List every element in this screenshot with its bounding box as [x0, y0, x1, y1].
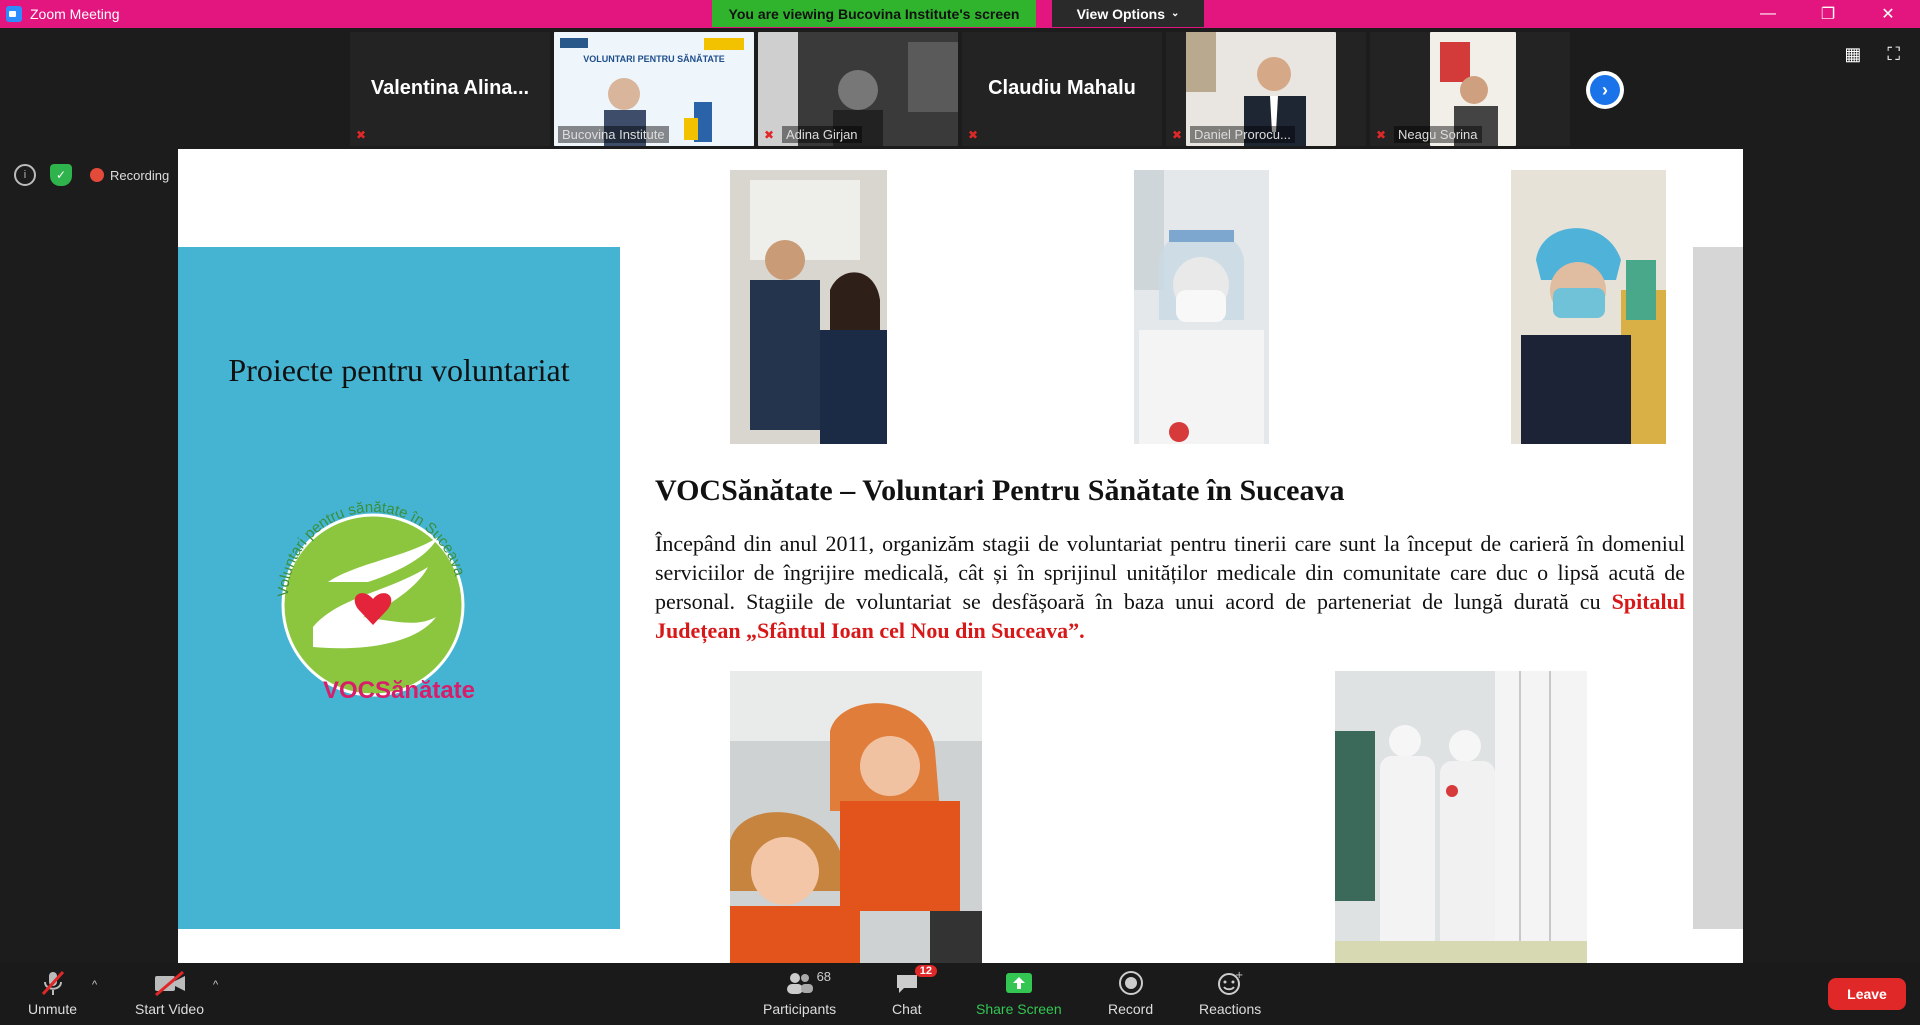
meeting-toolbar: Unmute ^ Start Video ^ 68 Participants 1…	[0, 963, 1920, 1025]
participant-strip: Valentina Alina... ✖ VOLUNTARI PENTRU SĂ…	[350, 32, 1570, 146]
zoom-icon	[6, 6, 22, 22]
viewing-screen-banner: You are viewing Bucovina Institute's scr…	[712, 0, 1036, 27]
participant-tile[interactable]: Valentina Alina... ✖	[350, 32, 550, 146]
project-panel: Proiecte pentru voluntariat Voluntari pe…	[178, 247, 620, 929]
reactions-button[interactable]: + Reactions	[1199, 969, 1261, 1017]
chat-badge: 12	[914, 965, 938, 977]
unmute-button[interactable]: Unmute	[28, 969, 77, 1017]
thumbnail-slide-title: VOLUNTARI PENTRU SĂNĂTATE	[583, 54, 725, 64]
gallery-view-icon[interactable]: ▦	[1844, 44, 1861, 65]
audio-options-caret[interactable]: ^	[92, 979, 97, 991]
participant-tile[interactable]: ✖ Daniel Prorocu...	[1166, 32, 1366, 146]
view-options-label: View Options	[1076, 5, 1166, 22]
chat-button[interactable]: 12 Chat	[892, 965, 938, 1017]
participants-label: Participants	[763, 1001, 837, 1017]
participant-name: Claudiu Mahalu	[988, 77, 1136, 99]
participant-tile[interactable]: ✖ Neagu Sorina	[1370, 32, 1570, 146]
photo-volunteers-1	[730, 170, 887, 444]
muted-mic-icon: ✖	[764, 128, 775, 142]
panel-title: Proiecte pentru voluntariat	[228, 352, 570, 388]
record-icon	[1117, 969, 1145, 997]
slide-heading: VOCSănătate – Voluntari Pentru Sănătate …	[655, 474, 1345, 507]
video-options-caret[interactable]: ^	[213, 979, 218, 991]
muted-mic-icon: ✖	[1172, 128, 1183, 142]
svg-text:+: +	[1235, 970, 1243, 981]
participant-name: Valentina Alina...	[370, 77, 530, 99]
slide-decoration	[1693, 247, 1743, 929]
banner-text: You are viewing Bucovina Institute's scr…	[728, 5, 1020, 22]
record-label: Record	[1108, 1001, 1154, 1017]
participant-tile[interactable]: Claudiu Mahalu ✖	[962, 32, 1162, 146]
reactions-icon: +	[1216, 969, 1244, 997]
next-page-button[interactable]: ›	[1586, 71, 1624, 109]
view-options-button[interactable]: View Options ⌄	[1052, 0, 1204, 27]
muted-mic-icon: ✖	[968, 128, 979, 142]
share-screen-label: Share Screen	[976, 1001, 1062, 1017]
photo-volunteers-3	[1511, 170, 1666, 444]
fullscreen-icon[interactable]: ⛶	[1887, 44, 1900, 65]
muted-mic-icon: ✖	[1376, 128, 1387, 142]
start-video-label: Start Video	[135, 1001, 205, 1017]
window-title: Zoom Meeting	[30, 6, 120, 22]
unmute-label: Unmute	[28, 1001, 78, 1017]
chevron-right-icon: ›	[1590, 75, 1620, 105]
photo-volunteers-2	[1134, 170, 1269, 444]
share-screen-icon	[1004, 969, 1034, 997]
photo-volunteers-4	[730, 671, 982, 963]
participant-label: Adina Girjan	[782, 126, 862, 143]
shared-screen: Proiecte pentru voluntariat Voluntari pe…	[178, 149, 1743, 963]
meeting-info-bar: i ✓ Recording	[14, 164, 169, 186]
participant-label: Daniel Prorocu...	[1190, 126, 1295, 143]
participant-label: Neagu Sorina	[1394, 126, 1482, 143]
share-screen-button[interactable]: Share Screen	[976, 969, 1062, 1017]
participant-tile[interactable]: VOLUNTARI PENTRU SĂNĂTATE Bucovina Insti…	[554, 32, 754, 146]
info-icon[interactable]: i	[14, 164, 36, 186]
restore-icon[interactable]: ❐	[1800, 0, 1856, 28]
recording-indicator[interactable]: Recording	[110, 168, 169, 183]
start-video-button[interactable]: Start Video	[135, 969, 204, 1017]
muted-mic-icon: ✖	[356, 128, 367, 142]
participants-icon: 68	[783, 969, 831, 997]
reactions-label: Reactions	[1199, 1001, 1262, 1017]
paragraph-text: Începând din anul 2011, organizăm stagii…	[655, 531, 1685, 614]
leave-button[interactable]: Leave	[1828, 978, 1906, 1010]
participants-count: 68	[816, 969, 832, 984]
muted-mic-icon	[39, 969, 67, 997]
chevron-down-icon: ⌄	[1171, 8, 1180, 19]
participant-label: Bucovina Institute	[558, 126, 669, 143]
zoom-window: Zoom Meeting You are viewing Bucovina In…	[0, 0, 1920, 1025]
chat-label: Chat	[892, 1001, 922, 1017]
video-off-icon	[153, 969, 187, 997]
photo-volunteers-5	[1335, 671, 1587, 963]
participant-tile[interactable]: ✖ Adina Girjan	[758, 32, 958, 146]
record-button[interactable]: Record	[1108, 969, 1153, 1017]
logo-name: VOCSănătate	[322, 677, 476, 704]
close-icon[interactable]: ✕	[1860, 0, 1916, 28]
chat-icon: 12	[893, 965, 938, 997]
record-dot-icon	[90, 168, 104, 182]
minimize-icon[interactable]: —	[1740, 0, 1796, 28]
vocsanatate-logo: Voluntari pentru sănătate în Suceava	[268, 477, 478, 707]
slide-paragraph: Începând din anul 2011, organizăm stagii…	[655, 529, 1685, 645]
shield-icon[interactable]: ✓	[50, 164, 72, 186]
participants-button[interactable]: 68 Participants	[763, 969, 836, 1017]
